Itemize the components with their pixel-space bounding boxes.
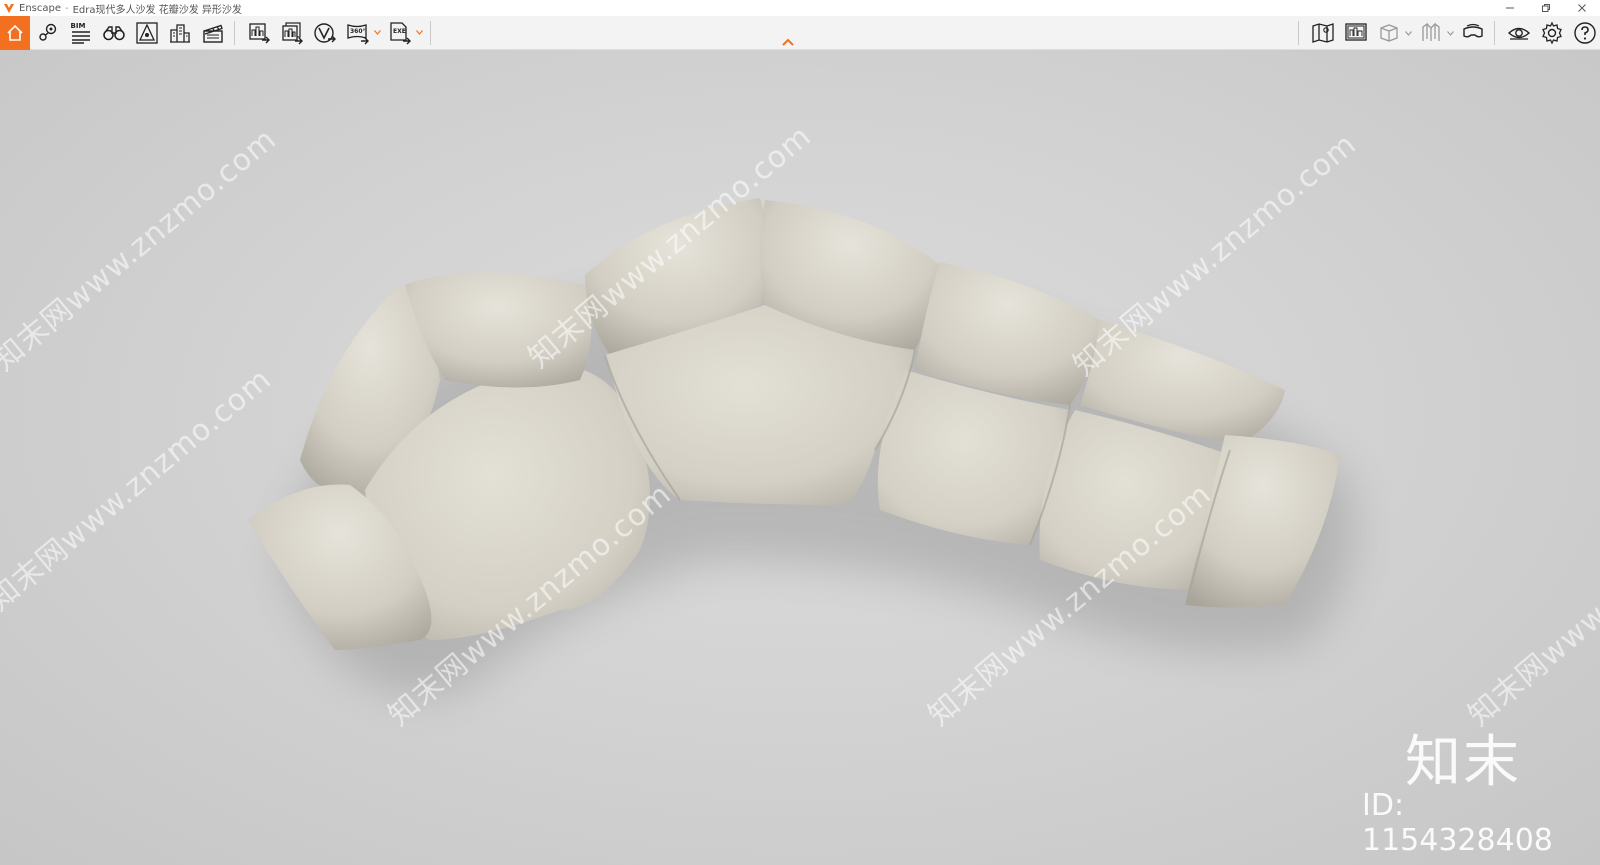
toolbar-separator — [234, 20, 235, 45]
image-id-label: ID: 1154328408 — [1362, 788, 1553, 858]
clapper-icon — [203, 24, 223, 43]
buildings-button[interactable] — [165, 18, 195, 48]
toolbar-separator — [1298, 21, 1299, 45]
chevron-up-icon[interactable] — [780, 36, 796, 48]
binoculars-icon — [103, 25, 125, 40]
export-vr-button[interactable] — [310, 18, 340, 48]
home-icon — [7, 24, 23, 41]
batch-export-icon — [282, 21, 303, 44]
main-toolbar: BIM 360° EXE — [0, 15, 1600, 50]
vr-headset-icon — [1463, 23, 1483, 38]
binoculars-button[interactable] — [99, 18, 129, 48]
eye-icon — [1507, 27, 1531, 40]
view-cube-button[interactable] — [1374, 18, 1404, 48]
title-bar: Enscape - Edra现代多人沙发 花瓣沙发 异形沙发 — [0, 0, 1600, 16]
settings-button[interactable] — [1537, 18, 1567, 48]
map-button[interactable] — [1308, 18, 1338, 48]
bim-mode-button[interactable]: BIM — [66, 18, 96, 48]
title-separator: - — [65, 2, 69, 14]
toolbar-separator — [1494, 21, 1495, 45]
chevron-down-icon — [1447, 30, 1454, 36]
vr-export-icon — [314, 22, 336, 43]
view-management-button[interactable] — [33, 18, 63, 48]
video-editor-button[interactable] — [198, 18, 228, 48]
help-icon — [1574, 22, 1596, 44]
render-screenshot-button[interactable] — [244, 18, 274, 48]
toolbar-separator — [430, 20, 431, 45]
close-icon[interactable] — [1564, 0, 1600, 16]
app-name: Enscape — [19, 2, 61, 14]
section-dropdown[interactable] — [1446, 18, 1455, 48]
view-cube-dropdown[interactable] — [1404, 18, 1413, 48]
screenshot-export-icon — [249, 22, 270, 43]
chevron-down-icon — [416, 30, 423, 35]
section-button[interactable] — [1416, 18, 1446, 48]
minimap-icon — [1345, 23, 1367, 41]
chevron-down-icon — [374, 30, 381, 35]
panorama-label: 360° — [350, 27, 366, 35]
section-icon — [1422, 22, 1440, 41]
exe-dropdown[interactable] — [415, 18, 424, 48]
chevron-down-icon — [1405, 30, 1412, 36]
perspective-icon — [136, 21, 158, 44]
visual-settings-button[interactable] — [1504, 18, 1534, 48]
home-button[interactable] — [0, 15, 30, 50]
map-icon — [1312, 23, 1334, 43]
render-viewport[interactable]: 知末网www.znzmo.com 知末网www.znzmo.com 知末网www… — [0, 50, 1600, 865]
exe-label: EXE — [393, 27, 406, 35]
restore-icon[interactable] — [1528, 0, 1564, 16]
bim-label: BIM — [70, 21, 86, 30]
enscape-logo-icon — [4, 4, 14, 13]
export-exe-button[interactable]: EXE — [385, 18, 415, 48]
view-cube-icon — [1380, 24, 1398, 42]
vr-headset-button[interactable] — [1458, 18, 1488, 48]
batch-render-button[interactable] — [277, 18, 307, 48]
settings-icon — [1542, 21, 1562, 45]
toolbar-right-group — [1292, 16, 1600, 50]
perspective-button[interactable] — [132, 18, 162, 48]
minimap-button[interactable] — [1341, 18, 1371, 48]
brand-logo: 知末 — [1405, 730, 1521, 795]
panorama-button[interactable]: 360° — [343, 18, 373, 48]
document-title: Edra现代多人沙发 花瓣沙发 异形沙发 — [72, 4, 242, 16]
window-controls — [1492, 0, 1600, 16]
panorama-dropdown[interactable] — [373, 18, 382, 48]
minimize-icon[interactable] — [1492, 0, 1528, 16]
map-pin-icon — [39, 23, 57, 41]
buildings-icon — [170, 23, 190, 43]
help-button[interactable] — [1570, 18, 1600, 48]
bim-icon — [72, 30, 90, 44]
